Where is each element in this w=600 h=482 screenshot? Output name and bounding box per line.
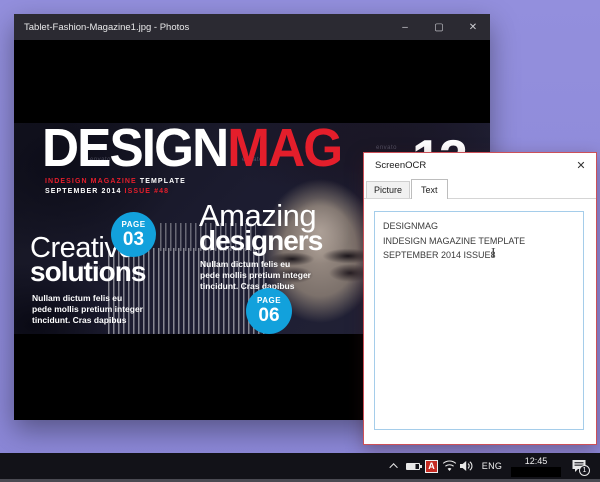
watermark-text: envato — [376, 145, 398, 151]
screenocr-tab-strip: Picture Text — [364, 178, 596, 199]
clock-time: 12:45 — [524, 455, 548, 466]
ime-letter: A — [425, 459, 438, 473]
maximize-button[interactable]: ▢ — [422, 14, 456, 40]
action-center-icon[interactable]: 1 — [564, 453, 594, 479]
feature-title-bold: designers — [199, 225, 323, 256]
subtitle-red: ISSUE #48 — [124, 188, 170, 195]
page-03-badge: PAGE 03 — [111, 212, 156, 257]
masthead-design: DESIGN — [42, 123, 229, 178]
screenocr-window: ScreenOCR ✕ Picture Text DESIGNMAG INDES… — [363, 152, 597, 445]
close-icon[interactable]: ✕ — [566, 159, 596, 172]
screenocr-title: ScreenOCR — [375, 160, 427, 171]
badge-number: 03 — [122, 228, 145, 250]
tray-overflow-chevron-icon[interactable] — [387, 453, 403, 479]
magazine-subtitle: INDESIGN MAGAZINE TEMPLATE SEPTEMBER 201… — [45, 177, 186, 197]
screenocr-titlebar[interactable]: ScreenOCR ✕ — [364, 153, 596, 178]
taskbar-clock[interactable]: 12:45 — [508, 453, 564, 479]
volume-icon[interactable] — [458, 453, 476, 479]
masthead-mag: MAG — [227, 123, 343, 178]
badge-label: PAGE — [121, 219, 146, 229]
subtitle-white: TEMPLATE — [139, 178, 186, 185]
screenocr-text-pane: DESIGNMAG INDESIGN MAGAZINE TEMPLATE SEP… — [364, 200, 596, 444]
badge-number: 06 — [258, 305, 280, 326]
subtitle-red: INDESIGN MAGAZINE — [45, 178, 140, 185]
photos-window-title: Tablet-Fashion-Magazine1.jpg - Photos — [24, 21, 190, 33]
battery-icon[interactable] — [403, 453, 423, 479]
tab-picture[interactable]: Picture — [366, 181, 411, 198]
window-controls: – ▢ ✕ — [388, 14, 490, 40]
notification-badge: 1 — [579, 465, 590, 476]
tab-text[interactable]: Text — [411, 179, 448, 199]
language-indicator[interactable]: ENG — [476, 453, 508, 479]
badge-label: PAGE — [256, 296, 282, 305]
photos-titlebar[interactable]: Tablet-Fashion-Magazine1.jpg - Photos – … — [14, 14, 490, 40]
page-06-badge: PAGE 06 — [246, 288, 292, 334]
taskbar: A ENG 12:45 1 — [0, 453, 600, 482]
wifi-icon[interactable] — [440, 453, 458, 479]
subtitle-white: SEPTEMBER 2014 — [45, 188, 125, 195]
center-feature-body: Nullam dictum felis eu pede mollis preti… — [200, 259, 311, 291]
minimize-button[interactable]: – — [388, 14, 422, 40]
system-tray: A ENG 12:45 1 — [387, 453, 600, 479]
feature-title-bold: solutions — [30, 256, 146, 287]
left-feature-body: Nullam dictum felis eu pede mollis preti… — [32, 293, 143, 325]
redacted-date-block — [511, 466, 561, 477]
ocr-result-textarea[interactable]: DESIGNMAG INDESIGN MAGAZINE TEMPLATE SEP… — [374, 211, 584, 430]
magazine-masthead: DESIGNMAG — [42, 123, 343, 179]
ime-a-icon[interactable]: A — [423, 453, 440, 479]
close-button[interactable]: ✕ — [456, 14, 490, 40]
center-feature-title: Amazing designers — [199, 200, 323, 256]
text-cursor-ibeam: I — [491, 246, 496, 261]
